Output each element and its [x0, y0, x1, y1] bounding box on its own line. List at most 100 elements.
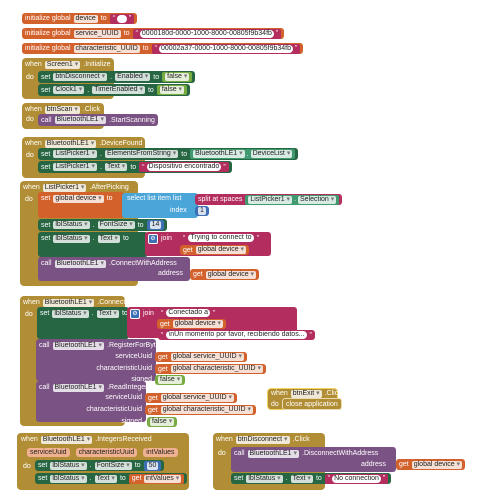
property-dropdown[interactable]: TimerEnabled [92, 86, 145, 94]
variable-dropdown[interactable]: global service_UUID [170, 353, 245, 361]
variable-dropdown[interactable]: global device [195, 246, 247, 254]
set-btndisconnect-enabled[interactable]: set btnDisconnect . Enabled to false [38, 71, 196, 83]
component-dropdown[interactable]: Screen1 [44, 60, 81, 69]
boolean-dropdown[interactable]: false [150, 418, 175, 426]
component-dropdown[interactable]: BluetoothLE1 [54, 116, 107, 124]
component-dropdown[interactable]: lblStatus [52, 309, 89, 318]
text-block[interactable]: \nUn momento por favor, recibiendo datos… [158, 330, 315, 340]
component-dropdown[interactable]: lblStatus [246, 474, 283, 483]
component-dropdown[interactable]: BluetoothLE1 [247, 449, 300, 458]
property-dropdown[interactable]: DeviceList [250, 150, 293, 158]
string-value[interactable] [116, 14, 127, 23]
component-getter[interactable]: ListPicker1 . Selection [245, 194, 340, 205]
text-block[interactable]: 0000180d-0000-1000-8000-00805f9b34fb [132, 28, 282, 39]
get-global-device[interactable]: get global device [190, 269, 260, 280]
property-dropdown[interactable]: Text [105, 163, 128, 171]
text-block[interactable]: Conectado a [158, 308, 219, 318]
string-value[interactable]: Trying to connect to [188, 234, 254, 242]
string-value[interactable]: 0000180d-0000-1000-8000-00805f9b34fb [139, 29, 274, 38]
text-block[interactable] [109, 13, 135, 24]
variable-dropdown[interactable]: global device [411, 460, 463, 469]
component-dropdown[interactable]: ListPicker1 [53, 150, 98, 158]
number-value[interactable]: 1 [198, 207, 206, 215]
get-service-uuid[interactable]: get global service_UUID [155, 352, 248, 362]
text-block[interactable]: Trying to connect to [180, 233, 262, 243]
number-block[interactable]: 14 [146, 220, 165, 230]
property-dropdown[interactable]: Text [94, 474, 117, 483]
property-dropdown[interactable]: Text [290, 474, 313, 483]
boolean-block[interactable]: false [147, 417, 178, 427]
init-global-characteristic-uuid[interactable]: initialize global characteristic_UUID to… [22, 43, 304, 54]
get-global-device[interactable]: get global device [180, 245, 250, 255]
boolean-dropdown[interactable]: false [165, 73, 190, 81]
variable-dropdown[interactable]: global device [205, 270, 257, 279]
component-dropdown[interactable]: BluetoothLE1 [193, 150, 245, 158]
component-dropdown[interactable]: btnExit [290, 389, 322, 398]
variable-dropdown[interactable]: intValues [143, 474, 182, 483]
variable-dropdown[interactable]: global device [172, 320, 224, 328]
gear-icon[interactable]: ⚙ [148, 233, 158, 244]
number-block[interactable]: 1 [195, 206, 209, 216]
component-dropdown[interactable]: BluetoothLE1 [54, 259, 107, 268]
component-dropdown[interactable]: BluetoothLE1 [42, 298, 95, 307]
get-service-uuid[interactable]: get global service_UUID [145, 393, 238, 403]
init-global-device[interactable]: initialize global device to [22, 13, 138, 24]
variable-dropdown[interactable]: global characteristic_UUID [170, 365, 264, 373]
call-startscanning[interactable]: call BluetoothLE1 .StartScanning [38, 114, 158, 126]
component-dropdown[interactable]: lblStatus [50, 474, 87, 483]
boolean-block[interactable]: false [162, 72, 193, 82]
gear-icon[interactable]: ⚙ [130, 308, 140, 319]
text-block[interactable]: No connection [324, 473, 389, 484]
property-dropdown[interactable]: Selection [298, 195, 337, 204]
get-characteristic-uuid[interactable]: get global characteristic_UUID [155, 364, 267, 374]
number-block[interactable]: 50 [143, 460, 162, 471]
set-listpicker-text[interactable]: set ListPicker1 . Text to Dispositivo en… [38, 161, 232, 173]
set-lblstatus-fontsize[interactable]: set lblStatus . FontSize to 50 [35, 460, 165, 471]
property-dropdown[interactable]: ElementsFromString [105, 150, 179, 158]
variable-dropdown[interactable]: global service_UUID [160, 394, 235, 402]
component-dropdown[interactable]: btnDisconnect [53, 73, 108, 81]
number-value[interactable]: 50 [146, 461, 159, 470]
string-value[interactable]: \nUn momento por favor, recibiendo datos… [166, 331, 307, 339]
component-dropdown[interactable]: ListPicker1 [53, 163, 98, 171]
property-dropdown[interactable]: Enabled [115, 73, 151, 81]
string-value[interactable]: No connection [332, 474, 381, 483]
string-value[interactable]: Conectado a [166, 309, 211, 317]
string-value[interactable]: 00002a37-0000-1000-8000-00805f9b34fb [158, 44, 293, 53]
init-global-service-uuid[interactable]: initialize global service_UUID to 000018… [22, 28, 285, 39]
param[interactable]: characteristicUuid [75, 448, 138, 457]
text-block[interactable]: 00002a37-0000-1000-8000-00805f9b34fb [151, 43, 301, 54]
var-name[interactable]: device [73, 14, 98, 23]
get-global-device[interactable]: get global device [396, 459, 466, 470]
param[interactable]: serviceUuid [27, 448, 70, 457]
component-dropdown[interactable]: lblStatus [53, 221, 90, 229]
var-name[interactable]: service_UUID [73, 29, 121, 38]
get-intvalues[interactable]: get intValues [128, 473, 185, 484]
split-at-spaces-block[interactable]: split at spaces ListPicker1 . Selection [195, 194, 343, 205]
component-dropdown[interactable]: lblStatus [53, 234, 90, 243]
boolean-block[interactable]: false [156, 85, 188, 95]
get-global-device[interactable]: get global device [157, 319, 227, 329]
property-dropdown[interactable]: FontSize [94, 461, 132, 470]
text-block[interactable]: Dispositivo encontrado [139, 162, 229, 172]
component-dropdown[interactable]: lblStatus [50, 461, 87, 470]
set-lblstatus-fontsize[interactable]: set lblStatus . FontSize to 14 [38, 219, 168, 231]
component-dropdown[interactable]: BluetoothLE1 [40, 435, 93, 444]
component-dropdown[interactable]: ListPicker1 [248, 195, 293, 204]
component-dropdown[interactable]: BluetoothLE1 [44, 139, 97, 148]
get-characteristic-uuid[interactable]: get global characteristic_UUID [145, 405, 257, 415]
set-lblstatus-text[interactable]: set lblStatus . Text to No connection [231, 473, 392, 484]
boolean-block[interactable]: false [155, 375, 186, 385]
component-dropdown[interactable]: btnScan [44, 105, 80, 114]
variable-dropdown[interactable]: global device [53, 194, 104, 203]
var-name[interactable]: characteristic_UUID [73, 44, 140, 53]
component-getter[interactable]: BluetoothLE1 . DeviceList [190, 149, 296, 159]
variable-dropdown[interactable]: global characteristic_UUID [160, 406, 254, 414]
property-dropdown[interactable]: FontSize [97, 221, 135, 229]
property-dropdown[interactable]: Text [97, 234, 120, 243]
close-application-block[interactable]: close application [282, 398, 342, 410]
set-lblstatus-text[interactable]: set lblStatus . Text to getintValues [35, 473, 188, 484]
component-dropdown[interactable]: BluetoothLE1 [52, 341, 105, 350]
component-dropdown[interactable]: Clock1 [53, 86, 85, 94]
number-value[interactable]: 14 [149, 221, 162, 229]
